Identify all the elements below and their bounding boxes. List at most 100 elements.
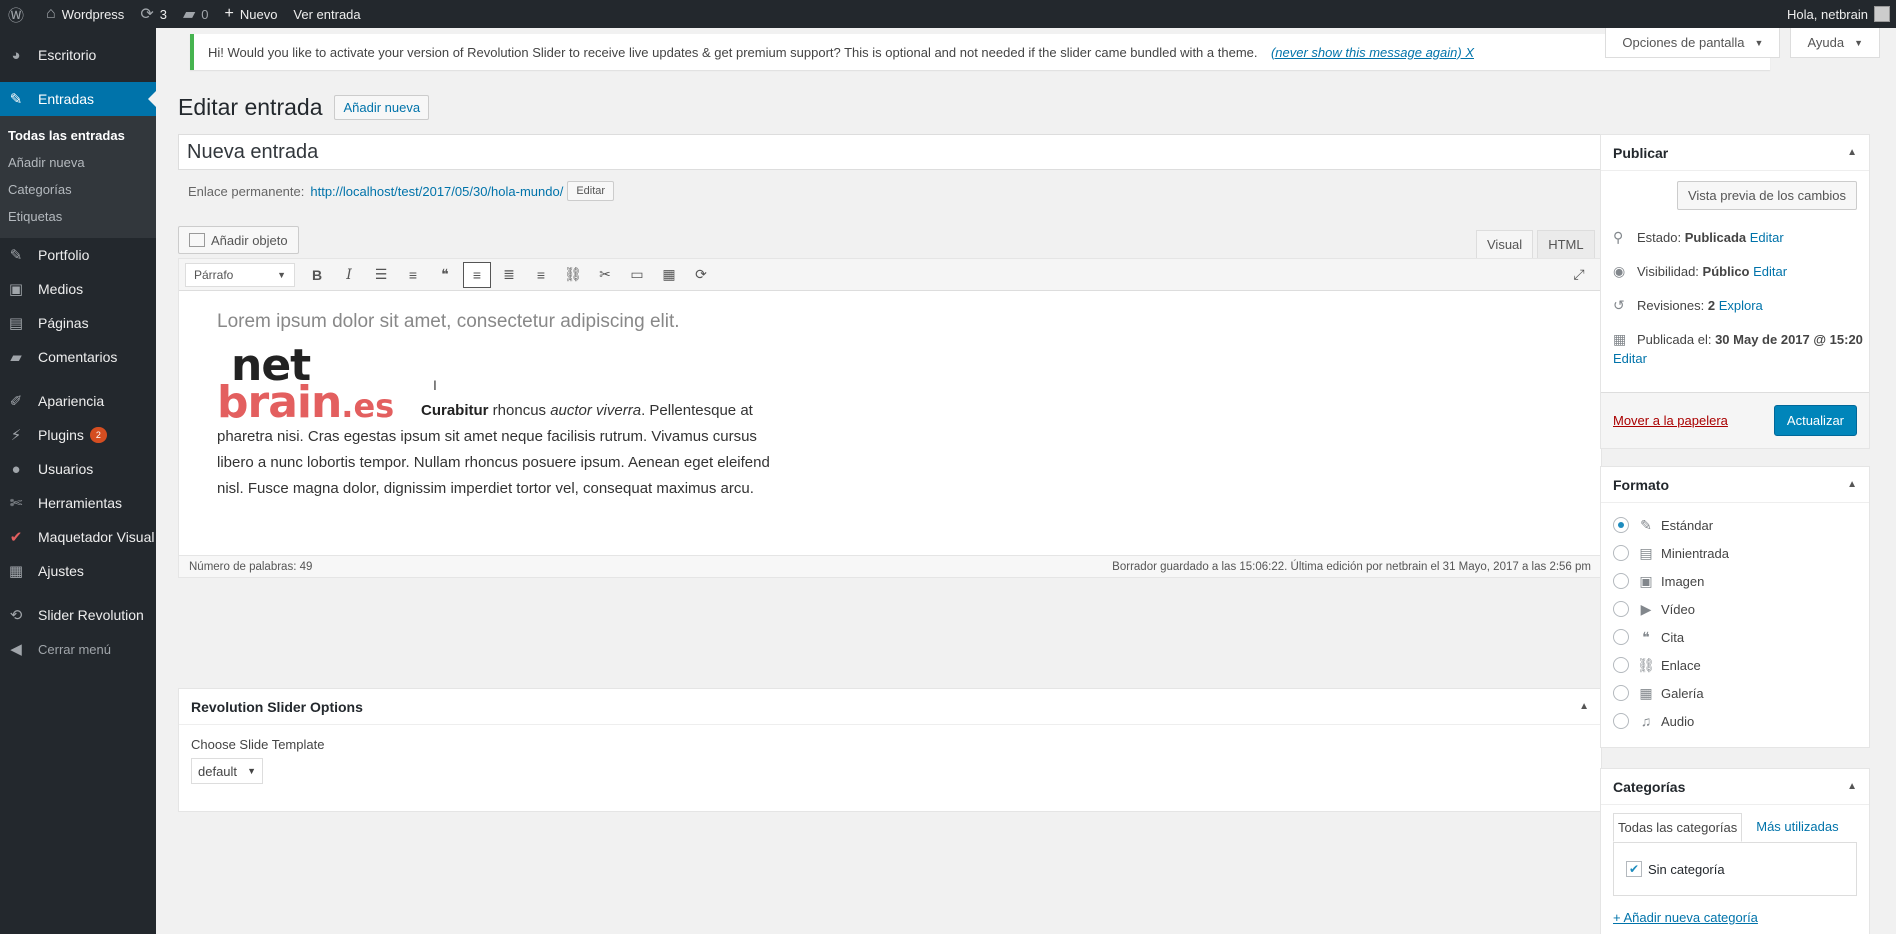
align-right-button[interactable]: ≡ <box>527 262 555 288</box>
new-content-link[interactable]: + Nuevo <box>217 0 286 28</box>
revslider-options-header[interactable]: Revolution Slider Options ▲ <box>179 689 1601 725</box>
published-value: 30 May de 2017 @ 15:20 <box>1715 332 1863 347</box>
format-option-quote[interactable]: ❝ Cita <box>1613 623 1857 651</box>
italic-button[interactable]: I <box>335 262 363 288</box>
sidebar-item-medios[interactable]: ▣ Medios <box>0 272 156 306</box>
format-option-standard[interactable]: ✎ Estándar <box>1613 511 1857 539</box>
published-label: Publicada el: <box>1637 332 1712 347</box>
format-option-image[interactable]: ▣ Imagen <box>1613 567 1857 595</box>
screen-options-button[interactable]: Opciones de pantalla ▼ <box>1605 28 1781 58</box>
format-title: Formato <box>1613 476 1669 493</box>
editor-content[interactable]: Lorem ipsum dolor sit amet, consectetur … <box>179 291 1601 541</box>
tab-html[interactable]: HTML <box>1537 230 1595 258</box>
bullet-list-button[interactable]: ☰ <box>367 262 395 288</box>
format-option-audio[interactable]: ♫ Audio <box>1613 707 1857 735</box>
submenu-anadir-nueva[interactable]: Añadir nueva <box>0 149 156 176</box>
sidebar-item-usuarios[interactable]: ● Usuarios <box>0 452 156 486</box>
permalink-link[interactable]: http://localhost/test/2017/05/30/hola-mu… <box>310 184 563 199</box>
sidebar-item-apariencia[interactable]: ✐ Apariencia <box>0 384 156 418</box>
align-left-button[interactable]: ≡ <box>463 261 491 288</box>
move-to-trash-link[interactable]: Mover a la papelera <box>1613 413 1728 428</box>
format-option-link[interactable]: ⛓ Enlace <box>1613 651 1857 679</box>
categories-header[interactable]: Categorías ▲ <box>1601 769 1869 805</box>
fullscreen-button[interactable]: ⤢ <box>1565 262 1593 288</box>
refresh-icon[interactable]: ⟳ <box>687 262 715 288</box>
sidebar-item-plugins[interactable]: ⚡ Plugins 2 <box>0 418 156 452</box>
slide-template-select[interactable]: default ▼ <box>191 758 263 784</box>
category-checkbox[interactable]: ✔ <box>1626 861 1642 877</box>
toggle-arrow-icon[interactable]: ▲ <box>1847 781 1857 792</box>
add-media-button[interactable]: Añadir objeto <box>178 226 299 254</box>
submenu-categorias[interactable]: Categorías <box>0 176 156 203</box>
toggle-arrow-icon[interactable]: ▲ <box>1579 701 1589 712</box>
view-post-link[interactable]: Ver entrada <box>285 0 368 28</box>
radio-button[interactable] <box>1613 657 1629 673</box>
updates-icon: ⟳ <box>140 6 154 23</box>
preview-changes-button[interactable]: Vista previa de los cambios <box>1676 181 1857 210</box>
add-new-button[interactable]: Añadir nueva <box>334 95 430 120</box>
sidebar-item-entradas[interactable]: ✎ Entradas <box>0 82 156 116</box>
toggle-arrow-icon[interactable]: ▲ <box>1847 147 1857 158</box>
blockquote-button[interactable]: ❝ <box>431 262 459 288</box>
radio-button[interactable] <box>1613 601 1629 617</box>
status-edit-link[interactable]: Editar <box>1750 230 1784 245</box>
align-center-button[interactable]: ≣ <box>495 262 523 288</box>
help-button[interactable]: Ayuda ▼ <box>1790 28 1880 58</box>
add-new-category-link[interactable]: + Añadir nueva categoría <box>1601 896 1869 934</box>
format-option-gallery[interactable]: ▦ Galería <box>1613 679 1857 707</box>
submenu-todas-entradas[interactable]: Todas las entradas <box>0 122 156 149</box>
wordpress-logo[interactable]: Ⓦ <box>0 0 38 28</box>
format-option-video[interactable]: ▶ Vídeo <box>1613 595 1857 623</box>
sidebar-item-portfolio[interactable]: ✎ Portfolio <box>0 238 156 272</box>
tab-visual[interactable]: Visual <box>1476 230 1534 258</box>
revisions-browse-link[interactable]: Explora <box>1719 298 1763 313</box>
read-more-button[interactable]: ▭ <box>623 262 651 288</box>
numbered-list-button[interactable]: ≡ <box>399 262 427 288</box>
caret-down-icon: ▼ <box>1854 37 1863 48</box>
comments-link[interactable]: ▰ 0 <box>175 0 217 28</box>
format-option-aside[interactable]: ▤ Minientrada <box>1613 539 1857 567</box>
notice-dismiss-link[interactable]: (never show this message again) X <box>1271 45 1474 60</box>
submenu-etiquetas[interactable]: Etiquetas <box>0 203 156 230</box>
post-title-input[interactable]: Nueva entrada <box>178 134 1602 170</box>
sidebar-collapse-menu[interactable]: ◀ Cerrar menú <box>0 632 156 666</box>
sidebar-item-herramientas[interactable]: ✄ Herramientas <box>0 486 156 520</box>
insert-link-button[interactable]: ⛓ <box>559 262 587 288</box>
sidebar-item-paginas[interactable]: ▤ Páginas <box>0 306 156 340</box>
toolbar-toggle-button[interactable]: ▦ <box>655 262 683 288</box>
bold-button[interactable]: B <box>303 262 331 288</box>
calendar-icon: ▦ <box>1613 331 1627 347</box>
aside-icon: ▤ <box>1639 544 1653 561</box>
published-edit-link[interactable]: Editar <box>1613 351 1647 366</box>
radio-button[interactable] <box>1613 685 1629 701</box>
avatar <box>1874 6 1890 22</box>
format-header[interactable]: Formato ▲ <box>1601 467 1869 503</box>
sidebar-item-ajustes[interactable]: ▦ Ajustes <box>0 554 156 588</box>
sidebar-item-maquetador[interactable]: ✔ Maquetador Visual <box>0 520 156 554</box>
update-button[interactable]: Actualizar <box>1773 405 1857 436</box>
permalink-edit-button[interactable]: Editar <box>567 181 615 201</box>
visibility-edit-link[interactable]: Editar <box>1753 264 1787 279</box>
updates-link[interactable]: ⟳ 3 <box>132 0 175 28</box>
unlink-button[interactable]: ✂ <box>591 262 619 288</box>
sidebar-item-slider-revolution[interactable]: ⟲ Slider Revolution <box>0 598 156 632</box>
appearance-icon: ✐ <box>9 393 23 410</box>
tab-most-used[interactable]: Más utilizadas <box>1752 813 1842 842</box>
radio-button[interactable] <box>1613 517 1629 533</box>
sidebar-item-label: Cerrar menú <box>38 641 111 657</box>
tab-all-categories[interactable]: Todas las categorías <box>1613 813 1743 842</box>
site-name-link[interactable]: ⌂ Wordpress <box>38 0 132 28</box>
radio-button[interactable] <box>1613 713 1629 729</box>
site-name: Wordpress <box>61 6 125 22</box>
notice-text: Hi! Would you like to activate your vers… <box>208 44 1258 60</box>
publish-header[interactable]: Publicar ▲ <box>1601 135 1869 171</box>
publish-title: Publicar <box>1613 144 1669 161</box>
toggle-arrow-icon[interactable]: ▲ <box>1847 479 1857 490</box>
radio-button[interactable] <box>1613 573 1629 589</box>
account-menu[interactable]: Hola, netbrain <box>1787 0 1896 28</box>
sidebar-item-escritorio[interactable]: ◕ Escritorio <box>0 38 156 72</box>
radio-button[interactable] <box>1613 545 1629 561</box>
sidebar-item-comentarios[interactable]: ▰ Comentarios <box>0 340 156 374</box>
radio-button[interactable] <box>1613 629 1629 645</box>
format-select[interactable]: Párrafo ▼ <box>185 262 295 287</box>
